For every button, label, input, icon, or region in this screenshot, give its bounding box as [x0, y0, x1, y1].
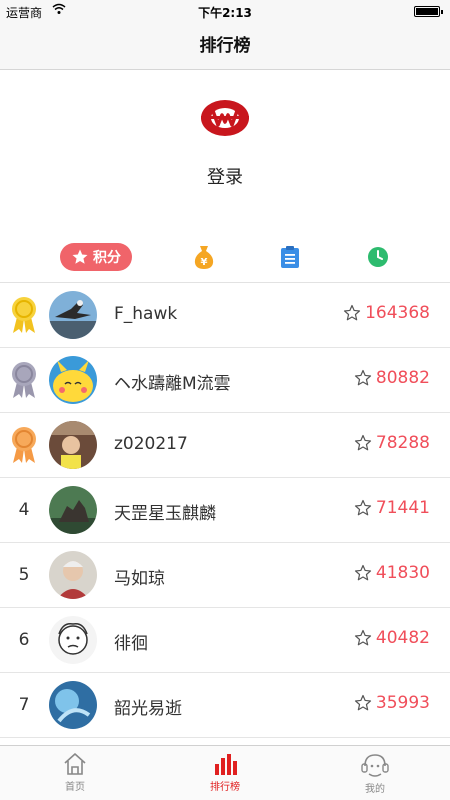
ranking-category-tabs: 积分 ¥: [0, 238, 450, 278]
battery-icon: [414, 6, 443, 17]
score-value: 164368: [365, 303, 430, 323]
app-logo: [201, 100, 249, 136]
rank-number: 6: [18, 630, 30, 650]
ranking-row[interactable]: 4 天罡星玉麒麟 71441: [0, 478, 450, 543]
star-outline-icon: [354, 694, 372, 711]
user-face-icon: [361, 754, 389, 777]
clipboard-icon: [281, 246, 299, 268]
score: 164368: [343, 303, 430, 323]
star-outline-icon: [354, 629, 372, 646]
ranking-row[interactable]: 7 韶光易逝 35993: [0, 673, 450, 738]
user-name: F_hawk: [114, 304, 178, 324]
score: 35993: [354, 693, 430, 713]
gold-medal-icon: [8, 295, 40, 335]
ranking-row[interactable]: F_hawk 164368: [0, 283, 450, 348]
tab-score[interactable]: 积分: [60, 243, 132, 271]
ranking-row[interactable]: z020217 78288: [0, 413, 450, 478]
page-title: 排行榜: [0, 22, 450, 70]
score: 41830: [354, 563, 430, 583]
score: 78288: [354, 433, 430, 453]
tab-me-label: 我的: [365, 784, 385, 795]
tab-home[interactable]: 首页: [30, 752, 120, 793]
avatar: [49, 291, 97, 339]
tab-score-label: 积分: [93, 250, 121, 266]
score: 80882: [354, 368, 430, 388]
score-value: 40482: [375, 628, 430, 648]
user-name: z020217: [114, 434, 188, 454]
score-value: 78288: [375, 433, 430, 453]
score-value: 80882: [375, 368, 430, 388]
avatar: [49, 551, 97, 599]
tab-ranking-label: 排行榜: [210, 782, 240, 793]
star-outline-icon: [354, 564, 372, 581]
star-outline-icon: [343, 304, 361, 321]
money-bag-icon: ¥: [194, 246, 214, 269]
ranking-row[interactable]: 5 马如琼 41830: [0, 543, 450, 608]
avatar: [49, 486, 97, 534]
tab-time[interactable]: [364, 243, 392, 271]
rank-number: 5: [18, 565, 30, 585]
tab-me[interactable]: 我的: [330, 752, 420, 795]
clock-icon: [368, 247, 388, 267]
rank-number: 7: [18, 695, 30, 715]
user-name: 徘徊: [114, 634, 148, 654]
tab-wealth[interactable]: ¥: [190, 243, 218, 271]
user-name: 马如琼: [114, 569, 165, 589]
home-icon: [64, 753, 86, 775]
avatar: [49, 616, 97, 664]
status-bar: 运营商 下午2:13: [0, 0, 450, 22]
star-outline-icon: [354, 434, 372, 451]
ranking-row[interactable]: ヘ水躊離M流雲 80882: [0, 348, 450, 413]
user-name: ヘ水躊離M流雲: [114, 374, 231, 394]
score: 71441: [354, 498, 430, 518]
bar-chart-icon: [215, 754, 237, 775]
star-icon: [72, 249, 88, 264]
ranking-list: F_hawk 164368 ヘ水躊離M流雲 80882 z020217 7828…: [0, 282, 450, 738]
login-link[interactable]: 登录: [0, 163, 450, 189]
tab-tasks[interactable]: [276, 243, 304, 271]
profile-header: 登录: [0, 70, 450, 230]
score-value: 35993: [375, 693, 430, 713]
avatar: [49, 356, 97, 404]
tab-home-label: 首页: [65, 782, 85, 793]
ranking-row[interactable]: 6 徘徊 40482: [0, 608, 450, 673]
svg-text:¥: ¥: [201, 257, 208, 268]
star-outline-icon: [354, 499, 372, 516]
clock-time: 下午2:13: [198, 6, 252, 20]
bronze-medal-icon: [8, 425, 40, 465]
silver-medal-icon: [8, 360, 40, 400]
user-name: 韶光易逝: [114, 699, 182, 719]
avatar: [49, 421, 97, 469]
score: 40482: [354, 628, 430, 648]
bottom-tab-bar: 首页 排行榜 我的: [0, 745, 450, 800]
score-value: 71441: [375, 498, 430, 518]
avatar: [49, 681, 97, 729]
star-outline-icon: [354, 369, 372, 386]
score-value: 41830: [375, 563, 430, 583]
rank-number: 4: [18, 500, 30, 520]
tab-ranking[interactable]: 排行榜: [180, 752, 270, 793]
user-name: 天罡星玉麒麟: [114, 504, 216, 524]
